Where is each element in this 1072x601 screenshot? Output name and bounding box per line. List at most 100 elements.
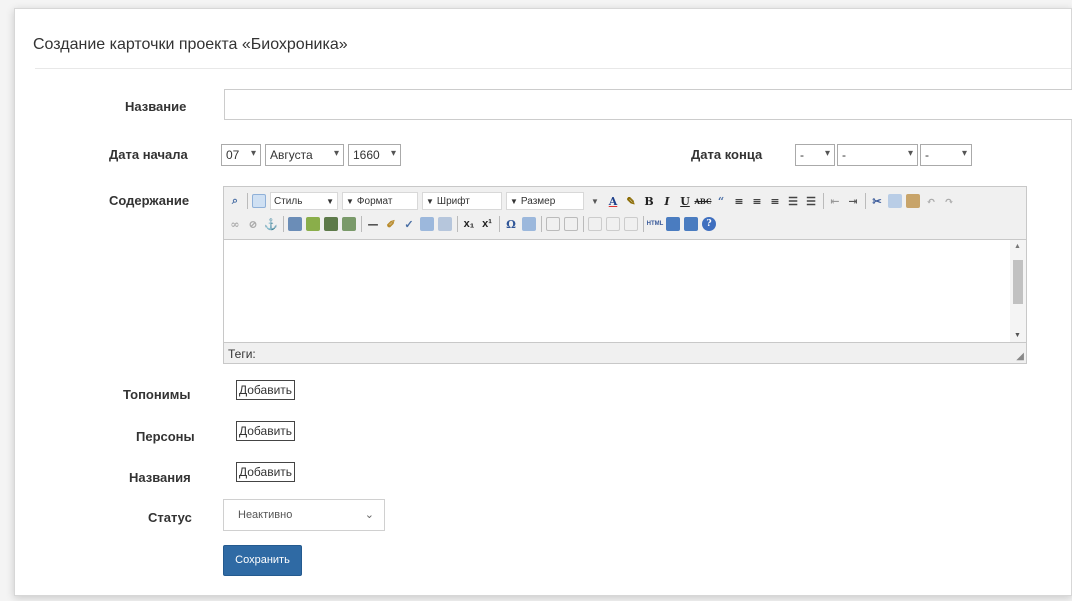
scroll-down-icon[interactable]: ▼	[1014, 332, 1021, 339]
special-char-icon[interactable]: Ω	[504, 217, 518, 231]
editor-content-area[interactable]: ▲ ▼	[224, 239, 1026, 343]
chevron-down-icon: ▼	[346, 196, 354, 206]
add-toponym-button[interactable]: Добавить	[236, 380, 296, 400]
help-icon[interactable]: ?	[702, 217, 716, 231]
content-label: Содержание	[109, 193, 190, 208]
start-month-value: Августа	[270, 148, 313, 162]
size-combo[interactable]: ▼ Размер	[506, 192, 584, 210]
project-card-form: Создание карточки проекта «Биохроника» Н…	[14, 8, 1072, 596]
toponyms-label: Топонимы	[123, 387, 191, 402]
bg-color-icon[interactable]: ✎	[624, 194, 638, 208]
edit-icon[interactable]	[522, 217, 536, 231]
style-combo-label: Стиль	[274, 195, 303, 207]
toolbar-separator	[865, 193, 866, 209]
numbered-list-icon[interactable]: ☰	[804, 194, 818, 208]
outdent-icon[interactable]: ⇤	[828, 194, 842, 208]
name-input[interactable]	[224, 89, 1072, 120]
scroll-up-icon[interactable]: ▲	[1014, 243, 1021, 250]
end-year-value: -	[925, 148, 929, 162]
hr-icon[interactable]: —	[366, 217, 380, 231]
format-combo[interactable]: ▼ Формат	[342, 192, 418, 210]
start-day-select[interactable]: 07 ▾	[221, 144, 261, 166]
select-all-icon[interactable]	[438, 217, 452, 231]
flash-icon[interactable]	[306, 217, 320, 231]
bold-icon[interactable]: B	[642, 194, 656, 208]
undo-icon[interactable]: ↶	[924, 194, 938, 208]
superscript-icon[interactable]: x¹	[480, 217, 494, 231]
save-button[interactable]: Сохранить	[223, 545, 302, 576]
cut-icon[interactable]: ✂	[870, 194, 884, 208]
chevron-down-icon: ▼	[326, 196, 334, 206]
italic-icon[interactable]: I	[660, 194, 674, 208]
toolbar-separator	[643, 216, 644, 232]
size-combo-label: Размер	[520, 195, 556, 207]
start-month-select[interactable]: Августа ▾	[265, 144, 344, 166]
chevron-down-icon: ▾	[333, 148, 339, 159]
add-title-button[interactable]: Добавить	[236, 462, 296, 482]
toolbar-separator	[361, 216, 362, 232]
start-year-select[interactable]: 1660 ▾	[348, 144, 401, 166]
editor-scrollbar[interactable]: ▲ ▼	[1010, 240, 1026, 342]
bullet-list-icon[interactable]: ☰	[786, 194, 800, 208]
quote-icon[interactable]: “	[714, 194, 728, 208]
start-day-value: 07	[226, 148, 240, 162]
resize-handle-icon[interactable]: ◢	[1016, 351, 1024, 362]
titles-label: Названия	[129, 470, 191, 485]
html-icon[interactable]: HTML	[647, 217, 664, 231]
editor-toolbar-row-2: ∞ ⊘ ⚓ — ✐ ✓ x₁ x¹ Ω HTML ?	[228, 214, 720, 234]
merge-icon[interactable]	[606, 217, 620, 231]
unlink-icon[interactable]: ⊘	[246, 217, 260, 231]
split-icon[interactable]	[624, 217, 638, 231]
chevron-down-icon: ▼	[510, 196, 518, 206]
align-left-icon[interactable]: ≡	[732, 194, 746, 208]
row-icon[interactable]	[546, 217, 560, 231]
toolbar-separator	[283, 216, 284, 232]
style-combo[interactable]: Стиль ▼	[270, 192, 338, 210]
chevron-down-icon[interactable]: ▼	[588, 194, 602, 208]
format-combo-label: Формат	[356, 195, 393, 207]
column-icon[interactable]	[564, 217, 578, 231]
cell-icon[interactable]	[588, 217, 602, 231]
end-day-select[interactable]: - ▾	[795, 144, 835, 166]
toolbar-separator	[499, 216, 500, 232]
strike-icon[interactable]: ABC	[694, 194, 711, 208]
title-divider	[35, 68, 1071, 69]
preview-icon[interactable]: ⌕	[228, 194, 242, 208]
text-color-icon[interactable]: A	[606, 194, 620, 208]
chevron-down-icon: ▾	[961, 148, 967, 159]
add-person-button[interactable]: Добавить	[236, 421, 296, 441]
end-year-select[interactable]: - ▾	[920, 144, 972, 166]
toolbar-separator	[247, 193, 248, 209]
editor-tags-label: Теги:	[228, 347, 256, 361]
source-icon[interactable]	[666, 217, 680, 231]
link-icon[interactable]: ∞	[228, 217, 242, 231]
underline-icon[interactable]: U	[678, 194, 692, 208]
status-select[interactable]: Неактивно ⌄	[223, 499, 385, 531]
image-icon[interactable]	[288, 217, 302, 231]
fullscreen-icon[interactable]	[684, 217, 698, 231]
table-icon[interactable]	[342, 217, 356, 231]
chevron-down-icon: ▾	[390, 148, 396, 159]
align-right-icon[interactable]: ≡	[768, 194, 782, 208]
scrollbar-thumb[interactable]	[1013, 260, 1023, 304]
spell-icon[interactable]: ✓	[402, 217, 416, 231]
end-date-label: Дата конца	[691, 147, 763, 162]
templates-icon[interactable]	[252, 194, 266, 208]
anchor-icon[interactable]: ⚓	[264, 217, 278, 231]
indent-icon[interactable]: ⇥	[846, 194, 860, 208]
subscript-icon[interactable]: x₁	[462, 217, 476, 231]
eraser-icon[interactable]: ✐	[384, 217, 398, 231]
media-icon[interactable]	[324, 217, 338, 231]
copy-icon[interactable]	[888, 194, 902, 208]
paste-icon[interactable]	[906, 194, 920, 208]
font-combo-label: Шрифт	[436, 195, 470, 207]
end-month-select[interactable]: - ▾	[837, 144, 918, 166]
find-icon[interactable]	[420, 217, 434, 231]
start-date-label: Дата начала	[109, 147, 188, 162]
font-combo[interactable]: ▼ Шрифт	[422, 192, 502, 210]
persons-label: Персоны	[136, 429, 195, 444]
chevron-down-icon: ⌄	[364, 509, 374, 521]
align-center-icon[interactable]: ≡	[750, 194, 764, 208]
redo-icon[interactable]: ↷	[942, 194, 956, 208]
toolbar-separator	[583, 216, 584, 232]
